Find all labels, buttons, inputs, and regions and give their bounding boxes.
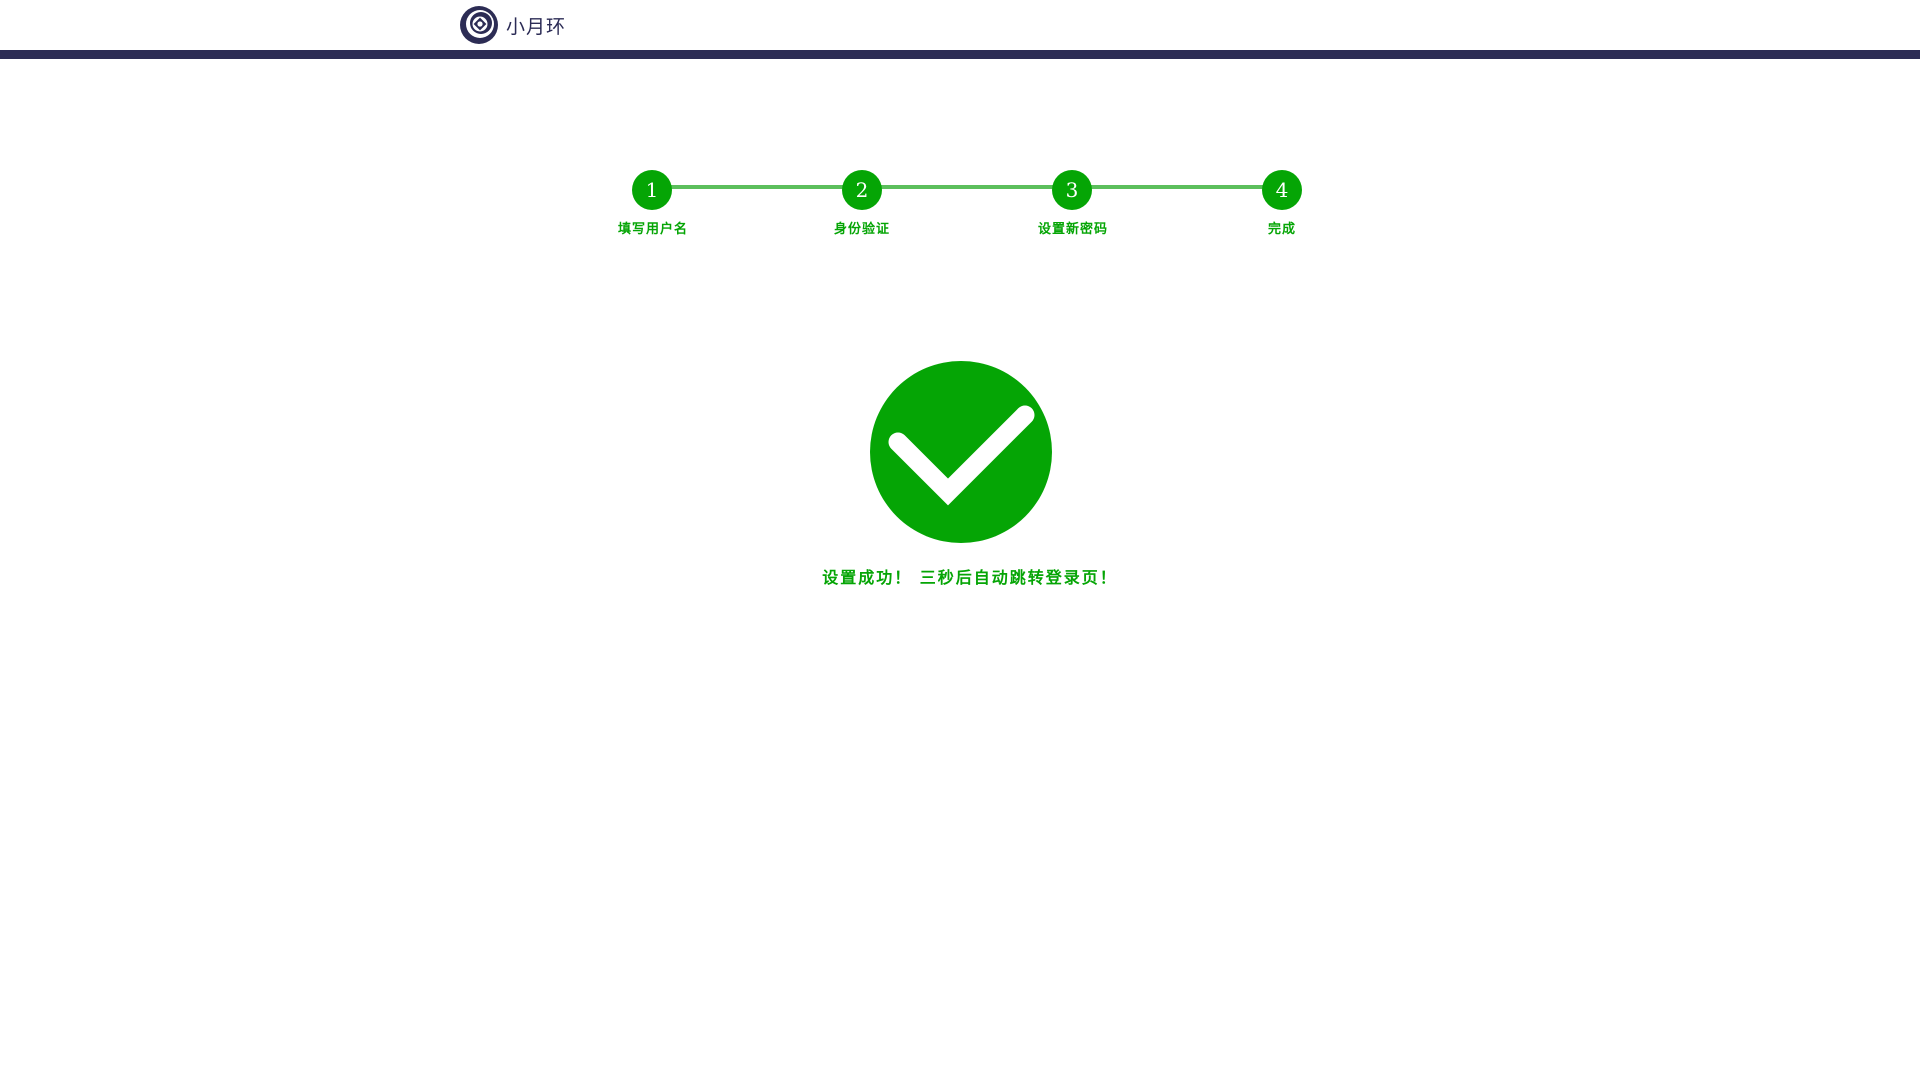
step-4-label: 完成 xyxy=(1267,222,1296,237)
step-2-label: 身份验证 xyxy=(833,222,890,237)
step-3-circle: 3 xyxy=(1052,170,1092,210)
step-2-circle: 2 xyxy=(842,170,882,210)
step-connector-3-4 xyxy=(1072,185,1282,189)
step-1-circle: 1 xyxy=(632,170,672,210)
password-reset-steps: 1 2 3 4 填写用户名 身份验证 设置新密码 完成 xyxy=(0,0,1920,260)
step-4-circle: 4 xyxy=(1262,170,1302,210)
step-connector-2-3 xyxy=(862,185,1072,189)
step-3-label: 设置新密码 xyxy=(1037,222,1108,237)
step-1-label: 填写用户名 xyxy=(617,222,688,237)
success-message: 设置成功！ 三秒后自动跳转登录页！ xyxy=(822,568,1118,587)
check-circle-icon xyxy=(870,361,1052,543)
step-connector-1-2 xyxy=(652,185,862,189)
